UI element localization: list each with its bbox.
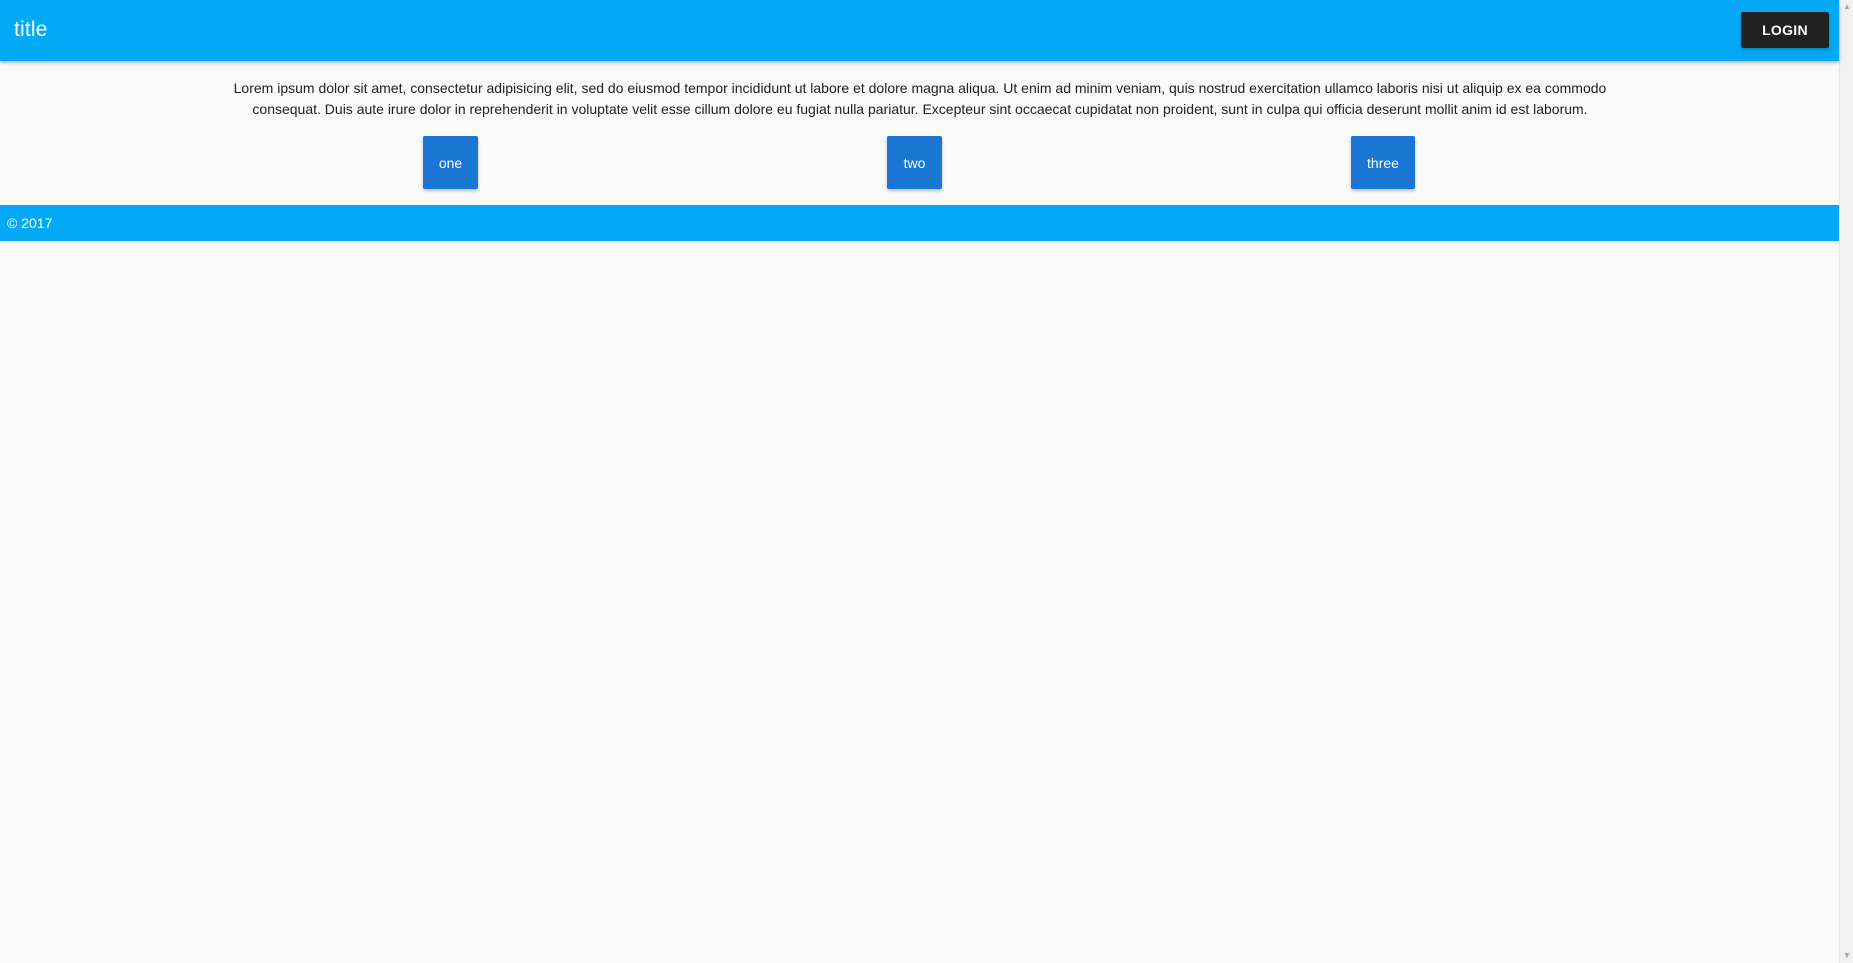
three-button[interactable]: three (1351, 136, 1415, 189)
login-button[interactable]: LOGIN (1741, 12, 1829, 48)
scroll-up-arrow-icon[interactable]: ▲ (1840, 0, 1853, 14)
two-button[interactable]: two (887, 136, 942, 189)
vertical-scrollbar[interactable]: ▲ ▼ (1839, 0, 1853, 963)
app-title: title (14, 18, 48, 41)
viewport: title LOGIN Lorem ipsum dolor sit amet, … (0, 0, 1839, 963)
body-text: Lorem ipsum dolor sit amet, consectetur … (233, 80, 1607, 117)
footer-copyright: © 2017 (7, 215, 53, 231)
scroll-down-arrow-icon[interactable]: ▼ (1840, 949, 1853, 963)
app-bar: title LOGIN (0, 0, 1839, 61)
main-content: Lorem ipsum dolor sit amet, consectetur … (0, 61, 1839, 205)
one-button[interactable]: one (423, 136, 478, 189)
footer: © 2017 (0, 205, 1839, 241)
page: title LOGIN Lorem ipsum dolor sit amet, … (0, 0, 1853, 963)
